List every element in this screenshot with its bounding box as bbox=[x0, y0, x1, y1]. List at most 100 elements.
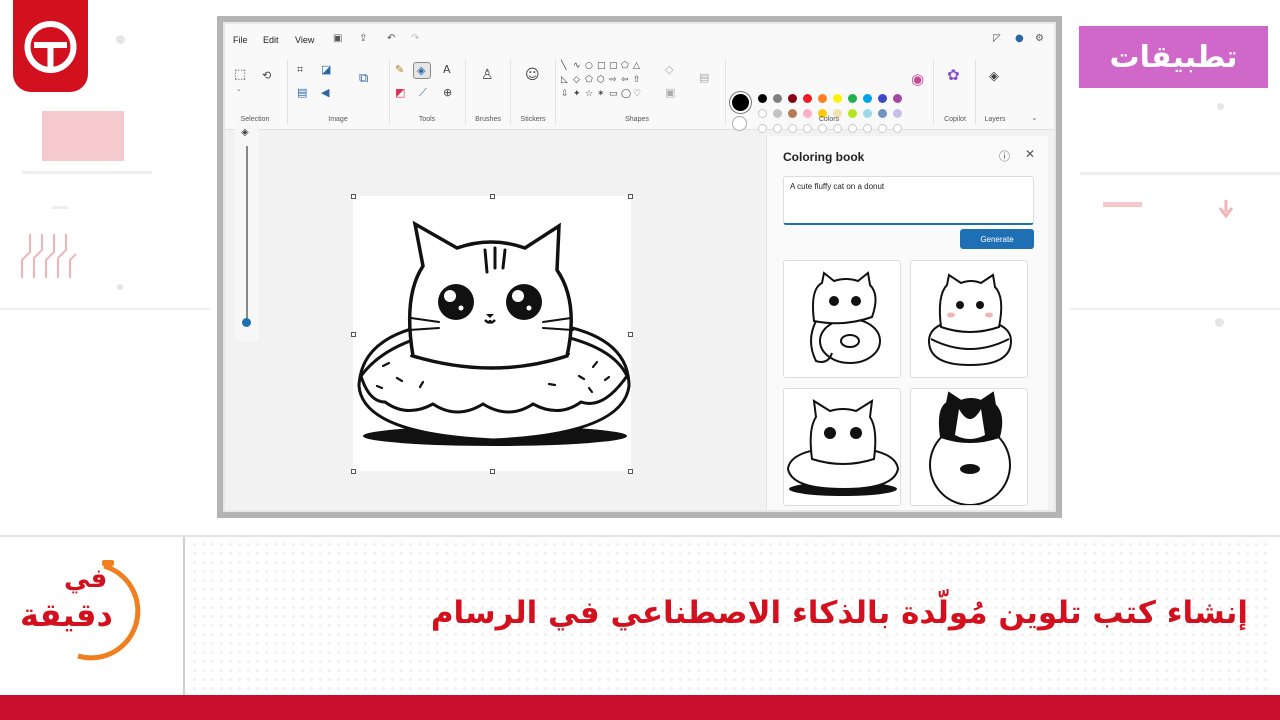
decorative-line bbox=[1070, 308, 1280, 310]
resize-handle[interactable] bbox=[490, 469, 495, 474]
resize-handle[interactable] bbox=[490, 194, 495, 199]
close-icon[interactable]: ✕ bbox=[1025, 147, 1035, 161]
resize-handle[interactable] bbox=[628, 469, 633, 474]
menu-bar: File Edit View ▣ ⇪ ↶ ↷ ◸ ● ⚙ bbox=[225, 24, 1054, 54]
decorative-rect bbox=[42, 111, 124, 161]
copilot-icon[interactable]: ✿ bbox=[947, 68, 960, 83]
resize-handle[interactable] bbox=[351, 194, 356, 199]
pencil-icon[interactable]: ✎ bbox=[395, 64, 404, 75]
resize-icon[interactable]: ◪ bbox=[321, 64, 331, 75]
shape-size-icon[interactable]: ▤ bbox=[699, 72, 709, 83]
brush-icon[interactable]: ♙ bbox=[481, 68, 494, 82]
ribbon-separator bbox=[555, 60, 556, 124]
color-swatch[interactable] bbox=[788, 94, 797, 103]
sticker-icon[interactable]: ☺ bbox=[525, 68, 540, 82]
custom-color-slot[interactable] bbox=[758, 124, 767, 133]
prompt-text: A cute fluffy cat on a donut bbox=[790, 182, 885, 191]
ribbon-separator bbox=[975, 60, 976, 124]
generate-button[interactable]: Generate bbox=[960, 229, 1034, 249]
crop-icon[interactable]: ⌗ bbox=[297, 64, 303, 75]
paint-window: File Edit View ▣ ⇪ ↶ ↷ ◸ ● ⚙ ⬚ ⟲ ⌄ Selec… bbox=[223, 22, 1056, 512]
primary-color-swatch[interactable] bbox=[732, 94, 749, 111]
selection-rect-icon[interactable]: ⬚ bbox=[234, 68, 246, 81]
show-logo-line2: دقيقة bbox=[20, 596, 113, 634]
brush-size-slider[interactable]: ◈ bbox=[235, 122, 259, 342]
announce-icon[interactable]: ◸ bbox=[993, 33, 1001, 44]
color-swatch[interactable] bbox=[773, 94, 782, 103]
custom-color-slot[interactable] bbox=[773, 124, 782, 133]
resize-handle[interactable] bbox=[628, 332, 633, 337]
result-thumbnail[interactable] bbox=[783, 388, 901, 506]
category-badge: تطبيقات bbox=[1079, 26, 1268, 88]
ribbon-separator bbox=[933, 60, 934, 124]
magnifier-icon[interactable]: ⊕ bbox=[443, 87, 452, 98]
chevron-down-icon[interactable]: ⌄ bbox=[1031, 114, 1038, 122]
menu-file[interactable]: File bbox=[233, 35, 248, 45]
custom-color-slot[interactable] bbox=[788, 124, 797, 133]
panel-title: Coloring book bbox=[783, 150, 865, 164]
bottom-bar bbox=[0, 695, 1280, 720]
color-swatch[interactable] bbox=[893, 94, 902, 103]
custom-color-slot[interactable] bbox=[818, 124, 827, 133]
fill-icon[interactable]: ▣ bbox=[665, 87, 675, 98]
menu-edit[interactable]: Edit bbox=[263, 35, 279, 45]
color-swatch[interactable] bbox=[833, 94, 842, 103]
layers-icon[interactable]: ◈ bbox=[989, 70, 999, 83]
color-swatch[interactable] bbox=[818, 94, 827, 103]
custom-color-slot[interactable] bbox=[848, 124, 857, 133]
text-icon[interactable]: A bbox=[443, 64, 451, 75]
show-logo: في دقيقة bbox=[18, 558, 168, 668]
decorative-line bbox=[1080, 172, 1280, 175]
menu-view[interactable]: View bbox=[295, 35, 314, 45]
custom-color-slot[interactable] bbox=[863, 124, 872, 133]
custom-color-slot[interactable] bbox=[833, 124, 842, 133]
undo-icon[interactable]: ↶ bbox=[387, 33, 395, 44]
resize-handle[interactable] bbox=[628, 194, 633, 199]
edit-colors-icon[interactable]: ◉ bbox=[911, 72, 924, 87]
color-swatch[interactable] bbox=[803, 94, 812, 103]
result-thumbnail[interactable] bbox=[910, 260, 1028, 378]
color-swatch[interactable] bbox=[878, 94, 887, 103]
custom-color-slot[interactable] bbox=[878, 124, 887, 133]
color-picker-icon[interactable]: ⟋ bbox=[419, 87, 427, 98]
resize-handle[interactable] bbox=[351, 332, 356, 337]
outline-icon[interactable]: ◇ bbox=[665, 64, 673, 75]
result-thumbnail[interactable] bbox=[783, 260, 901, 378]
result-thumbnail[interactable] bbox=[910, 388, 1028, 506]
redo-icon[interactable]: ↷ bbox=[411, 33, 419, 44]
group-label-image: Image bbox=[328, 116, 348, 123]
chevron-down-icon[interactable]: ⌄ bbox=[236, 86, 242, 93]
share-icon[interactable]: ⇪ bbox=[359, 33, 367, 44]
cat-donut-drawing bbox=[357, 220, 631, 446]
slider-track bbox=[246, 146, 248, 326]
image-select-icon[interactable]: ⧉ bbox=[359, 72, 368, 85]
eraser-icon[interactable]: ◩ bbox=[395, 87, 405, 98]
custom-color-slot[interactable] bbox=[803, 124, 812, 133]
selection-free-icon[interactable]: ⟲ bbox=[262, 70, 271, 81]
rotate-icon[interactable]: ◀ bbox=[321, 87, 329, 98]
group-label-brushes: Brushes bbox=[475, 116, 501, 123]
info-icon[interactable]: ⓘ bbox=[999, 148, 1010, 164]
custom-color-slot[interactable] bbox=[893, 124, 902, 133]
ribbon: ⬚ ⟲ ⌄ Selection ⌗ ◪ ▤ ◀ ⧉ Image ✎ ◈ A ◩ … bbox=[225, 54, 1054, 133]
drawing-canvas[interactable] bbox=[353, 196, 631, 471]
fill-bucket-icon: ◈ bbox=[241, 127, 249, 138]
resize-handle[interactable] bbox=[351, 469, 356, 474]
color-swatch[interactable] bbox=[863, 94, 872, 103]
remove-background-icon[interactable]: ▤ bbox=[297, 87, 307, 98]
decorative-line bbox=[0, 308, 210, 310]
color-swatch[interactable] bbox=[758, 94, 767, 103]
slider-thumb[interactable] bbox=[242, 318, 251, 327]
coloring-book-panel: Coloring book ⓘ ✕ A cute fluffy cat on a… bbox=[766, 136, 1048, 510]
group-label-copilot: Copilot bbox=[944, 116, 966, 123]
fill-bucket-icon[interactable]: ◈ bbox=[417, 65, 425, 76]
account-icon[interactable]: ● bbox=[1015, 33, 1024, 44]
group-label-colors: Colors bbox=[818, 116, 840, 123]
prompt-input[interactable]: A cute fluffy cat on a donut bbox=[783, 176, 1034, 225]
settings-icon[interactable]: ⚙ bbox=[1035, 33, 1044, 44]
ribbon-separator bbox=[510, 60, 511, 124]
group-label-shapes: Shapes bbox=[625, 116, 649, 123]
save-icon[interactable]: ▣ bbox=[333, 33, 342, 44]
color-swatch[interactable] bbox=[848, 94, 857, 103]
result-thumbnail-image bbox=[786, 399, 900, 496]
